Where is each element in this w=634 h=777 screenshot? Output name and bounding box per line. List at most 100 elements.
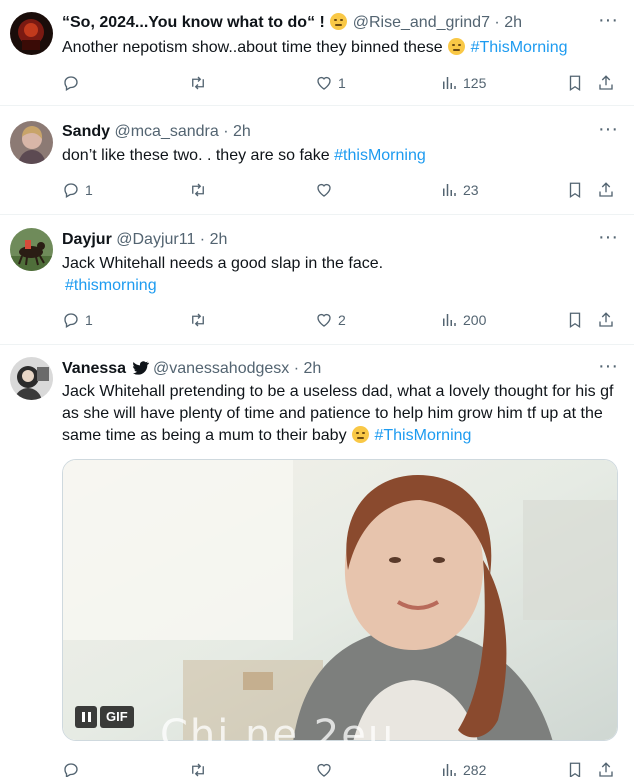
tweet[interactable]: Sandy @mca_sandra · 2h ··· don’t like th… [0, 106, 634, 215]
reply-icon [64, 183, 78, 198]
bookmark-button[interactable] [566, 179, 584, 201]
retweet-icon [192, 763, 204, 777]
gif-badge: GIF [75, 706, 134, 728]
views-button[interactable]: 125 [440, 72, 486, 94]
like-button[interactable] [315, 759, 338, 777]
tweet-text-content: Jack Whitehall needs a good slap in the … [62, 255, 384, 272]
user-handle[interactable]: @vanessahodgesx [153, 360, 289, 377]
tweet-header: Sandy @mca_sandra · 2h [62, 122, 594, 142]
like-button[interactable]: 2 [315, 309, 346, 331]
timestamp[interactable]: 2h [233, 123, 251, 140]
reply-icon [64, 763, 78, 777]
tweet[interactable]: Vanessa @vanessahodgesx · 2h ··· Jack Wh… [0, 345, 634, 777]
retweet-button[interactable] [189, 309, 212, 331]
views-button[interactable]: 200 [440, 309, 486, 331]
share-icon [599, 762, 613, 777]
pause-icon[interactable] [75, 706, 97, 728]
share-icon [599, 312, 613, 327]
more-options-icon[interactable]: ··· [596, 119, 620, 142]
tweet-header: Vanessa @vanessahodgesx · 2h [62, 359, 594, 379]
avatar[interactable] [10, 121, 53, 164]
heart-icon [317, 763, 331, 777]
reply-button[interactable] [62, 759, 85, 777]
heart-icon [317, 76, 331, 90]
relieved-face-icon [330, 13, 348, 30]
more-options-icon[interactable]: ··· [596, 227, 620, 250]
display-name[interactable]: Dayjur [62, 231, 112, 248]
view-count: 282 [463, 762, 487, 777]
bookmark-button[interactable] [566, 759, 584, 777]
heart-icon [317, 313, 331, 327]
gif-image [63, 460, 617, 740]
avatar[interactable] [10, 228, 53, 271]
share-icon [599, 182, 613, 197]
reply-button[interactable]: 1 [62, 179, 93, 201]
reply-count: 1 [85, 312, 93, 328]
share-icon [599, 75, 613, 90]
views-icon [443, 77, 456, 89]
like-count: 1 [338, 75, 346, 91]
reply-count: 1 [85, 182, 93, 198]
display-name[interactable]: Vanessa [62, 360, 126, 377]
bird-icon [132, 361, 149, 375]
slightly-frowning-face-icon [352, 426, 370, 443]
timestamp[interactable]: 2h [304, 360, 322, 377]
tweet-header: Dayjur @Dayjur11 · 2h [62, 230, 594, 250]
share-button[interactable] [597, 759, 615, 777]
view-count: 125 [463, 75, 487, 91]
reply-icon [64, 313, 78, 328]
tweet-actions: 1 23 [62, 179, 622, 203]
tweet-text-content: don’t like these two. . they are so fake [62, 147, 330, 164]
share-button[interactable] [597, 72, 615, 94]
view-count: 200 [463, 312, 487, 328]
timestamp[interactable]: 2h [504, 14, 522, 31]
hashtag-link[interactable]: #ThisMorning [471, 39, 568, 56]
tweet[interactable]: Dayjur @Dayjur11 · 2h ··· Jack Whitehall… [0, 215, 634, 345]
display-name[interactable]: Sandy [62, 123, 110, 140]
hashtag-link[interactable]: #thismorning [65, 277, 157, 294]
retweet-button[interactable] [189, 72, 212, 94]
share-button[interactable] [597, 309, 615, 331]
view-count: 23 [463, 182, 479, 198]
gif-label: GIF [100, 706, 134, 728]
user-handle[interactable]: @mca_sandra [114, 123, 218, 140]
tweet-text: don’t like these two. . they are so fake… [62, 145, 616, 167]
tweet-text-content: Jack Whitehall pretending to be a useles… [62, 383, 614, 444]
retweet-icon [192, 313, 204, 327]
timestamp[interactable]: 2h [210, 231, 228, 248]
hashtag-link[interactable]: #thisMorning [334, 147, 426, 164]
display-name[interactable]: “So, 2024...You know what to do“ ! [62, 14, 325, 31]
bookmark-button[interactable] [566, 309, 584, 331]
bookmark-button[interactable] [566, 72, 584, 94]
avatar[interactable] [10, 12, 53, 55]
avatar[interactable] [10, 357, 53, 400]
retweet-button[interactable] [189, 179, 212, 201]
user-handle[interactable]: @Dayjur11 [116, 231, 195, 248]
retweet-button[interactable] [189, 759, 212, 777]
user-handle[interactable]: @Rise_and_grind7 [353, 14, 490, 31]
tweet-text: Another nepotism show..about time they b… [62, 37, 616, 59]
bookmark-icon [569, 762, 581, 777]
views-button[interactable]: 23 [440, 179, 479, 201]
like-button[interactable] [315, 179, 338, 201]
tweet[interactable]: “So, 2024...You know what to do“ ! @Rise… [0, 0, 634, 106]
like-button[interactable]: 1 [315, 72, 346, 94]
views-button[interactable]: 282 [440, 759, 486, 777]
retweet-icon [192, 183, 204, 197]
tweet-feed: “So, 2024...You know what to do“ ! @Rise… [0, 0, 634, 777]
reply-button[interactable]: 1 [62, 309, 93, 331]
tweet-header: “So, 2024...You know what to do“ ! @Rise… [62, 13, 594, 33]
tweet-actions: 1 2 200 [62, 309, 622, 333]
separator-dot: · [223, 123, 229, 140]
bookmark-icon [569, 182, 581, 199]
tweet-text: Jack Whitehall pretending to be a useles… [62, 381, 620, 447]
more-options-icon[interactable]: ··· [596, 356, 620, 379]
bookmark-icon [569, 75, 581, 92]
views-icon [443, 764, 456, 776]
tweet-actions: 282 [62, 759, 622, 777]
gif-media[interactable]: GIF [62, 459, 618, 741]
reply-button[interactable] [62, 72, 85, 94]
share-button[interactable] [597, 179, 615, 201]
hashtag-link[interactable]: #ThisMorning [374, 427, 471, 444]
more-options-icon[interactable]: ··· [596, 10, 620, 33]
